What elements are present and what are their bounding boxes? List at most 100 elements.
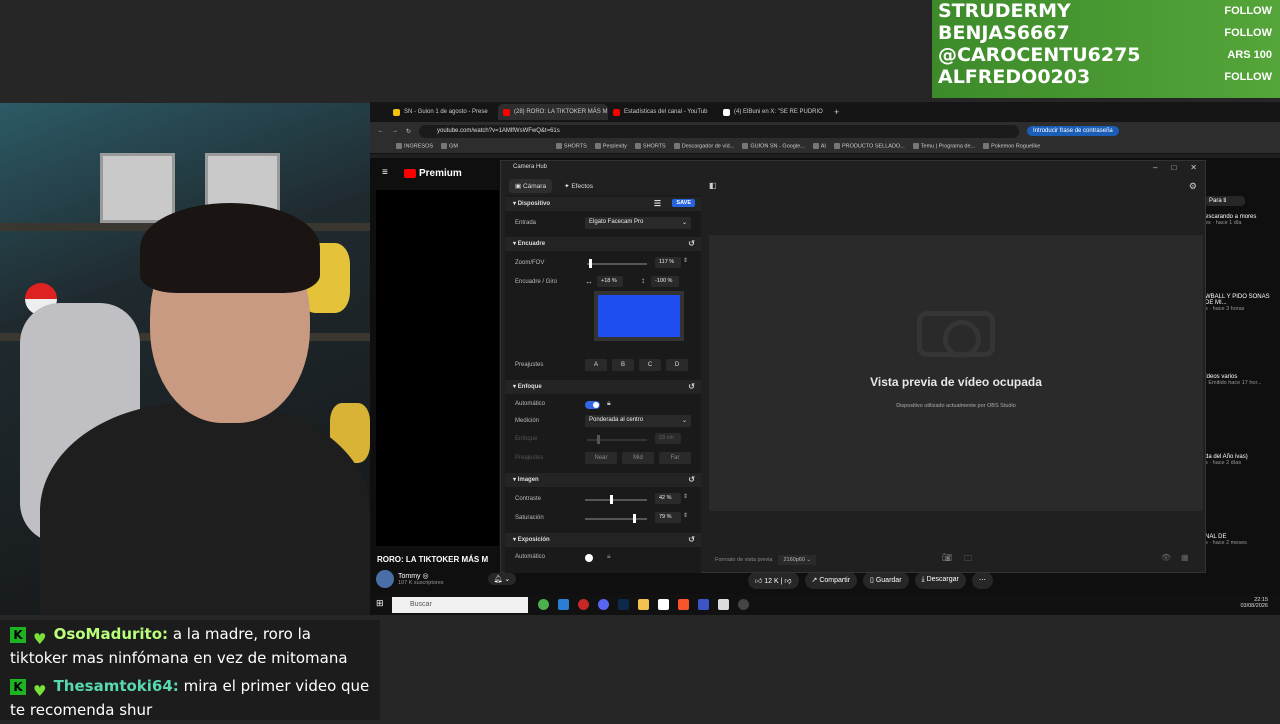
contrast-slider-handle[interactable]: [610, 495, 614, 504]
like-button[interactable]: 👍︎ 12 K | 👎︎: [748, 572, 799, 589]
preset-d-button[interactable]: D: [666, 359, 688, 371]
more-button[interactable]: ⋯: [971, 572, 993, 589]
save-video-button[interactable]: ▯ Guardar: [863, 572, 909, 589]
metering-select[interactable]: Ponderada al centro ⌄: [585, 415, 691, 427]
bell-icon[interactable]: 🔔︎ ⌄: [487, 573, 517, 585]
minimize-icon[interactable]: –: [1153, 163, 1157, 172]
new-tab-icon[interactable]: +: [834, 107, 839, 117]
browser-tab[interactable]: Estadísticas del canal - YouTub: [608, 104, 718, 120]
grid-icon[interactable]: ▦: [1181, 553, 1189, 562]
section-exposure[interactable]: ▾ Exposición ↺: [505, 533, 701, 547]
chrome-icon[interactable]: [538, 599, 549, 610]
recommended-video[interactable]: ídeos varios · Emitido hace 17 hor...: [1205, 374, 1275, 386]
saturation-slider-handle[interactable]: [632, 514, 636, 523]
premiere-icon[interactable]: [698, 599, 709, 610]
reset-icon[interactable]: ↺: [688, 535, 695, 544]
preset-a-button[interactable]: A: [585, 359, 607, 371]
tab-effects[interactable]: ✦ Efectos: [558, 179, 599, 193]
folder-icon[interactable]: 🗀: [964, 553, 972, 567]
bookmark[interactable]: GM: [441, 143, 458, 150]
brave-icon[interactable]: [678, 599, 689, 610]
bookmark[interactable]: Descargador de víd...: [674, 143, 735, 150]
folder-icon[interactable]: [638, 599, 649, 610]
saturation-slider-track[interactable]: [585, 518, 647, 520]
youtube-logo[interactable]: Premium: [404, 168, 462, 179]
avatar[interactable]: [376, 570, 394, 588]
search-input[interactable]: Buscar: [392, 596, 528, 613]
bookmark[interactable]: INGRESOS: [396, 143, 433, 150]
url-field[interactable]: youtube.com/watch?v=1AMlfWsWFwQ&t=61s: [419, 124, 1020, 138]
obs-icon[interactable]: [738, 599, 749, 610]
bookmark[interactable]: AI: [813, 143, 826, 150]
reset-icon[interactable]: ↺: [688, 239, 695, 248]
section-framing[interactable]: ▾ Encuadre ↺: [505, 237, 701, 251]
tilt-value[interactable]: -100 %: [651, 276, 679, 287]
recommended-video[interactable]: WBALL Y PIDO SONAS DE MI... s · hace 3 ho…: [1205, 294, 1275, 312]
reset-icon[interactable]: ↺: [688, 475, 695, 484]
preset-b-button[interactable]: B: [612, 359, 634, 371]
gear-icon[interactable]: ⚙: [1189, 181, 1197, 192]
notepad-icon[interactable]: [658, 599, 669, 610]
contrast-value[interactable]: 42 %: [655, 493, 681, 504]
stepper-icon[interactable]: ⇕: [683, 512, 688, 519]
zoom-slider-handle[interactable]: [589, 259, 592, 268]
framing-preview-box[interactable]: [594, 291, 684, 341]
recommended-video[interactable]: da del Año ivas) s · hace 2 días: [1205, 454, 1275, 466]
recommended-video[interactable]: NAL DE s · hace 2 meses: [1205, 534, 1275, 546]
windows-start-icon[interactable]: ⊞: [376, 598, 384, 609]
chip-for-you[interactable]: Para ti: [1205, 196, 1245, 206]
video-player[interactable]: [376, 190, 499, 546]
edge-icon[interactable]: [558, 599, 569, 610]
system-clock[interactable]: 22:15 03/08/2026: [1240, 597, 1268, 609]
opera-icon[interactable]: [578, 599, 589, 610]
section-image[interactable]: ▾ Imagen ↺: [505, 473, 701, 487]
section-device[interactable]: ▾ Dispositivo ☰ SAVE: [505, 197, 701, 211]
section-focus[interactable]: ▾ Enfoque ↺: [505, 380, 701, 394]
bookmark[interactable]: SHORTS: [556, 143, 587, 150]
zoom-value[interactable]: 117 %: [655, 257, 681, 268]
saturation-value[interactable]: 79 %: [655, 512, 681, 523]
reload-icon[interactable]: ↻: [406, 128, 411, 135]
exposure-auto-toggle[interactable]: [585, 554, 593, 562]
zoom-slider-track[interactable]: [587, 263, 647, 265]
close-icon[interactable]: ✕: [1190, 163, 1197, 172]
browser-tab[interactable]: SN - Guion 1 de agosto - Prese: [388, 104, 498, 120]
lock-icon[interactable]: 🔒︎: [607, 400, 611, 408]
channel-name[interactable]: Tommy ◎: [398, 572, 444, 580]
snapshot-icon[interactable]: 📷︎: [942, 553, 952, 562]
forward-icon[interactable]: →: [392, 128, 398, 134]
discord-icon[interactable]: [598, 599, 609, 610]
pan-value[interactable]: +18 %: [597, 276, 623, 287]
list-icon[interactable]: ☰: [654, 199, 661, 208]
input-select[interactable]: Elgato Facecam Pro ⌄: [585, 217, 691, 229]
maximize-icon[interactable]: □: [1171, 163, 1176, 172]
preset-c-button[interactable]: C: [639, 359, 661, 371]
share-button[interactable]: ↗ Compartir: [804, 572, 858, 589]
shield-icon[interactable]: [718, 599, 729, 610]
stepper-icon[interactable]: ⇕: [683, 493, 688, 500]
back-icon[interactable]: ←: [378, 128, 384, 134]
bookmark[interactable]: SHORTS: [635, 143, 666, 150]
bookmark[interactable]: PRODUCTO SELLADO...: [834, 143, 905, 150]
stepper-icon[interactable]: ⇕: [683, 257, 688, 264]
reset-icon[interactable]: ↺: [688, 382, 695, 391]
autofocus-toggle[interactable]: [585, 401, 600, 409]
contrast-slider-track[interactable]: [585, 499, 647, 501]
bookmark[interactable]: Pokemon Roguelike: [983, 143, 1040, 150]
save-button[interactable]: SAVE: [672, 199, 695, 207]
lock-icon[interactable]: 🔒︎: [607, 553, 611, 561]
download-button[interactable]: ⤓ Descargar: [914, 572, 966, 589]
eye-icon[interactable]: 👁︎: [1161, 553, 1171, 562]
format-select[interactable]: 2160p60 ⌄: [778, 555, 817, 565]
bookmark[interactable]: Perplexity: [595, 143, 627, 150]
recommended-video[interactable]: escarando a mores es · hace 1 día: [1205, 214, 1275, 226]
bookmark[interactable]: GUION SN - Google...: [742, 143, 804, 150]
bookmark[interactable]: Temu | Programa de...: [913, 143, 975, 150]
menu-icon[interactable]: ≡: [382, 167, 388, 178]
tab-camera[interactable]: ▣ Cámara: [509, 179, 553, 193]
browser-tab-active[interactable]: (28) RORO: LA TIKTOKER MÁS M: [498, 104, 608, 120]
password-pill[interactable]: Introducir frase de contraseña: [1027, 126, 1119, 136]
steam-icon[interactable]: [618, 599, 629, 610]
sidebar-toggle-icon[interactable]: ◧: [709, 181, 717, 190]
browser-tab[interactable]: (4) ElBuni en X: "SE RE PUDRIO: [718, 104, 828, 120]
